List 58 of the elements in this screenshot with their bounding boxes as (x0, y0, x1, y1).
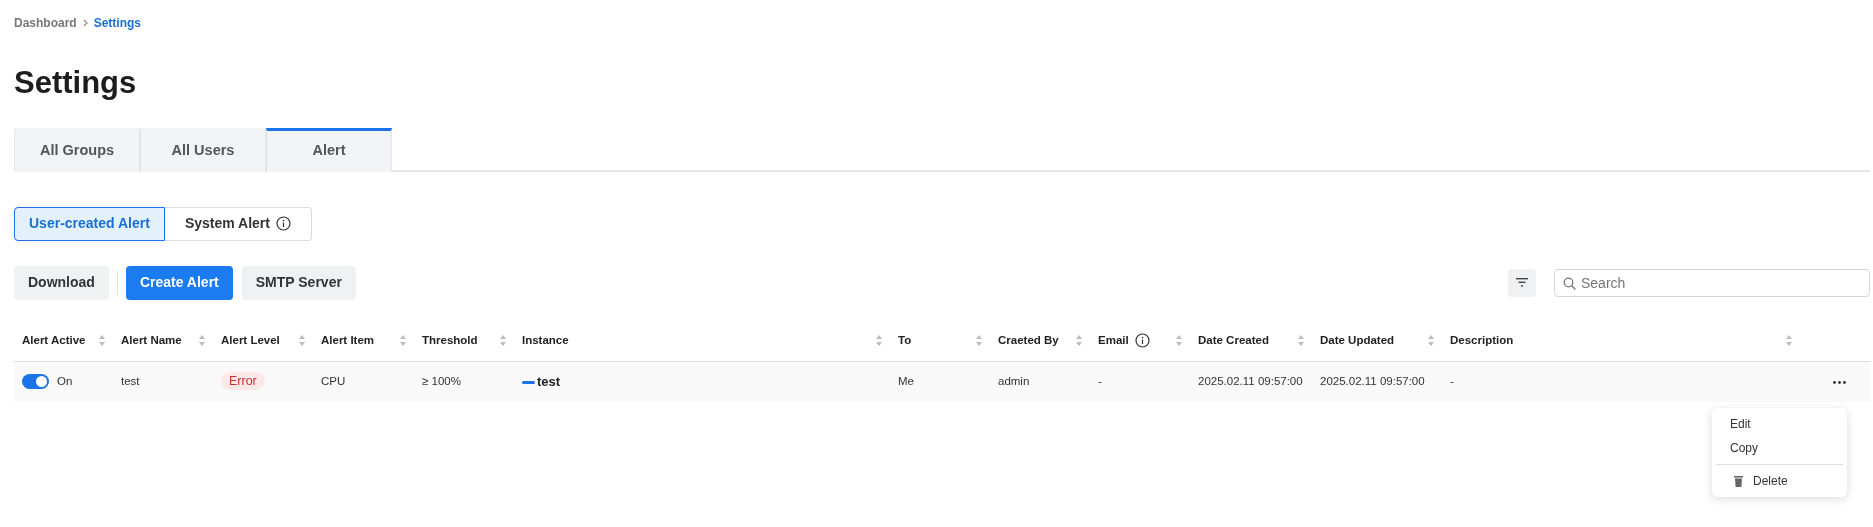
breadcrumb-link[interactable]: Settings (93, 14, 142, 32)
column-header[interactable]: Alert Level (221, 331, 280, 349)
toolbar-button[interactable]: Download (14, 265, 109, 300)
toolbar-button[interactable]: SMTP Server (241, 265, 356, 300)
sort-icon (1176, 334, 1182, 346)
page-title: Settings (14, 64, 138, 102)
sort-icon (1786, 334, 1792, 346)
search-icon (1563, 276, 1576, 290)
table-cell: - (1098, 375, 1102, 388)
sort-icon (500, 334, 506, 346)
toolbar-button[interactable]: Create Alert (125, 265, 233, 300)
menu-item[interactable]: Delete (1716, 469, 1843, 493)
table-cell: test (121, 375, 140, 388)
column-header[interactable]: Description (1450, 331, 1514, 349)
toggle-switch[interactable] (22, 374, 49, 390)
column-header[interactable]: Date Created (1198, 331, 1269, 349)
table-cell: CPU (321, 375, 346, 388)
trash-icon (1734, 475, 1743, 487)
column-header[interactable]: Date Updated (1320, 331, 1395, 349)
sort-icon (400, 334, 406, 346)
column-header[interactable]: Alert Active (22, 331, 86, 349)
column-header[interactable]: Craeted By (998, 331, 1059, 349)
sort-icon (1428, 334, 1434, 346)
table-cell: ≥ 100% (422, 375, 461, 388)
search-field[interactable]: Search (1554, 268, 1870, 297)
menu-item[interactable]: Copy (1716, 436, 1843, 460)
sort-icon (299, 334, 305, 346)
sort-icon (1076, 334, 1082, 346)
sort-icon (99, 334, 105, 346)
menu-item[interactable]: Edit (1716, 412, 1843, 436)
tab[interactable]: All Groups (14, 127, 140, 172)
column-header[interactable]: Instance (522, 331, 569, 349)
status-badge: Error (221, 372, 265, 391)
filter-icon (1516, 278, 1528, 287)
segment-button[interactable]: System Alert (164, 206, 312, 241)
filter-button[interactable] (1508, 268, 1536, 297)
sort-icon (976, 334, 982, 346)
column-header[interactable]: To (898, 331, 912, 349)
sort-icon (876, 334, 882, 346)
table-cell: - (1450, 375, 1454, 388)
table-cell: 2025.02.11 09:57:00 (1320, 375, 1425, 388)
column-header[interactable]: Alert Name (121, 331, 182, 349)
sort-icon (199, 334, 205, 346)
column-header[interactable]: Email (1098, 331, 1129, 349)
toggle-label: On (57, 374, 73, 390)
table-cell: Me (898, 375, 914, 388)
column-header[interactable]: Alert Item (321, 331, 375, 349)
column-header[interactable]: Threshold (422, 331, 478, 349)
sort-icon (1298, 334, 1304, 346)
tab[interactable]: All Users (140, 127, 266, 172)
segment-button[interactable]: User-created Alert (14, 206, 165, 241)
tab[interactable]: Alert (266, 127, 392, 172)
table-cell: 2025.02.11 09:57:00 (1198, 375, 1303, 388)
breadcrumb-link[interactable]: Dashboard (14, 14, 77, 32)
more-icon (1833, 380, 1846, 384)
chevron-icon (82, 19, 88, 27)
table-cell: admin (998, 375, 1030, 388)
table-cell: test (537, 374, 561, 389)
